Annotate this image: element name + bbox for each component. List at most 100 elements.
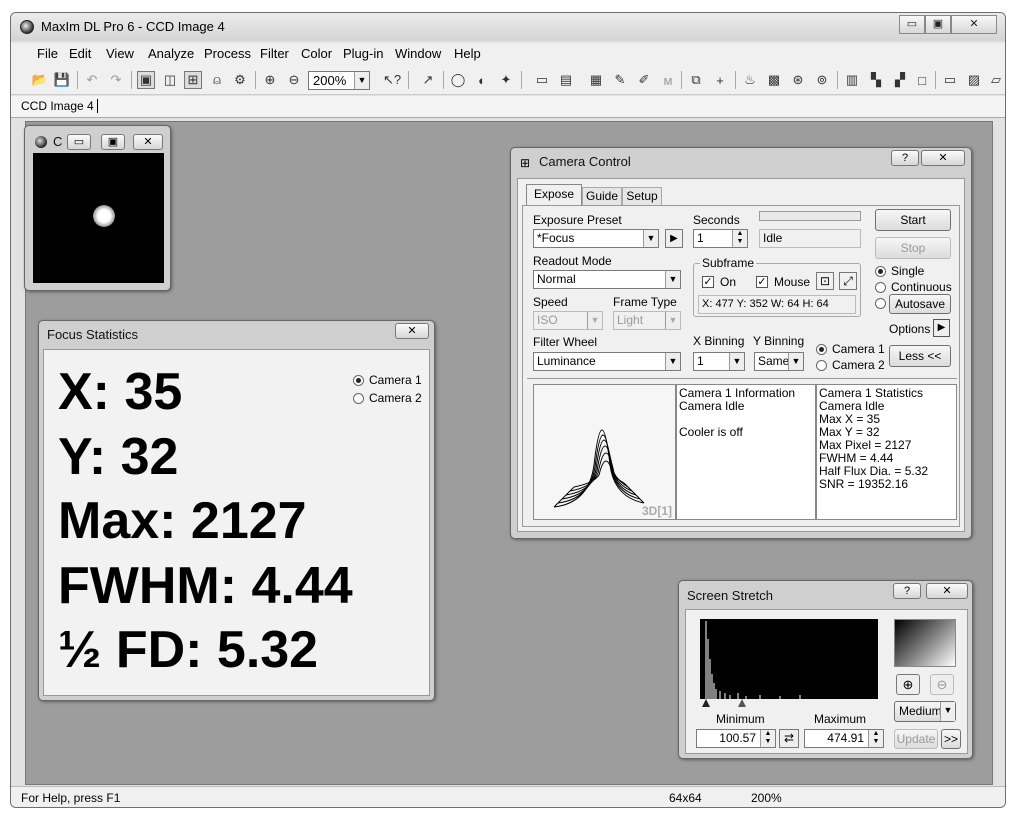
autosave-button[interactable]: Autosave <box>889 294 951 314</box>
focus-camera1-radio[interactable] <box>353 375 364 386</box>
frame-type-select[interactable]: Light ▼ <box>613 311 681 330</box>
subframe-mouse-checkbox[interactable]: ✓ <box>756 276 768 288</box>
stretch-close-button[interactable]: ✕ <box>926 583 968 599</box>
spinner-icon[interactable]: ▲ ▼ <box>732 230 747 247</box>
psf-3d-plot[interactable]: 3D[1] <box>533 384 676 520</box>
help-pointer-icon[interactable]: ↖? <box>383 71 401 89</box>
tab-expose[interactable]: Expose <box>526 184 582 205</box>
minimum-slider-handle[interactable] <box>702 699 710 707</box>
stretch-help-button[interactable]: ? <box>893 583 921 599</box>
x-binning-select[interactable]: 1 ▼ <box>693 352 745 371</box>
crosshair-icon[interactable]: + <box>711 71 729 89</box>
globe-icon[interactable]: ◐ <box>473 71 491 89</box>
exposure-preset-select[interactable]: *Focus ▼ <box>533 229 659 248</box>
y-binning-select[interactable]: Same ▼ <box>754 352 804 371</box>
stretch-icon[interactable]: ◫ <box>161 71 179 89</box>
zoom-out-icon[interactable]: ⊖ <box>285 71 303 89</box>
star-icon[interactable]: ✦ <box>497 71 515 89</box>
document-icon[interactable]: ▦ <box>587 71 605 89</box>
minimum-input[interactable]: 100.57 ▲ ▼ <box>696 729 776 748</box>
menu-plugin[interactable]: Plug-in <box>343 46 383 61</box>
redo-icon[interactable]: ↷ <box>107 71 125 89</box>
expand-button[interactable]: >> <box>941 729 961 749</box>
filter-wheel-select[interactable]: Luminance ▼ <box>533 352 681 371</box>
camera-close-button[interactable]: ✕ <box>921 150 965 166</box>
zoom-out-icon[interactable]: ⊖ <box>930 674 954 695</box>
tile-icon[interactable]: ▞ <box>891 71 909 89</box>
continuous-radio[interactable] <box>875 282 886 293</box>
histogram-icon[interactable]: ▥ <box>843 71 861 89</box>
start-button[interactable]: Start <box>875 209 951 231</box>
telescope-icon[interactable]: ⊚ <box>813 71 831 89</box>
histogram[interactable] <box>700 619 878 699</box>
preset-menu-button[interactable]: ▶ <box>665 229 683 248</box>
zoom-in-icon[interactable]: ⊕ <box>896 674 920 695</box>
circle-icon[interactable]: ◯ <box>449 71 467 89</box>
update-button[interactable]: Update <box>894 729 938 749</box>
grid-icon[interactable]: ▩ <box>765 71 783 89</box>
image-close-button[interactable]: ✕ <box>133 134 163 150</box>
tab-guide[interactable]: Guide <box>582 187 622 205</box>
menu-analyze[interactable]: Analyze <box>148 46 194 61</box>
camera-icon[interactable]: ⊞ <box>184 71 202 89</box>
stretch-mode-select[interactable]: Medium ▼ <box>894 701 956 722</box>
minimize-button[interactable]: ▭ <box>899 15 925 34</box>
menu-filter[interactable]: Filter <box>260 46 289 61</box>
copy-icon[interactable]: ⧉ <box>687 71 705 89</box>
maximum-input[interactable]: 474.91 ▲ ▼ <box>804 729 884 748</box>
speed-select[interactable]: ISO ▼ <box>533 311 603 330</box>
menu-window[interactable]: Window <box>395 46 441 61</box>
spinner-icon[interactable]: ▲ ▼ <box>868 730 883 747</box>
menu-edit[interactable]: Edit <box>69 46 91 61</box>
single-radio[interactable] <box>875 266 886 277</box>
close-button[interactable]: ✕ <box>951 15 997 34</box>
save-icon[interactable]: 💾 <box>53 71 71 89</box>
image-window[interactable]: C ▭ ▣ ✕ <box>24 125 171 291</box>
image-minimize-button[interactable]: ▭ <box>67 134 91 150</box>
camera2-radio[interactable] <box>816 360 827 371</box>
open-icon[interactable]: 📂 <box>31 71 49 89</box>
line-icon[interactable]: ↗ <box>419 71 437 89</box>
swap-icon[interactable]: ⇄ <box>779 729 799 748</box>
measure-icon[interactable]: ✎ <box>611 71 629 89</box>
maximize-button[interactable]: ▣ <box>925 15 951 34</box>
autosave-radio[interactable] <box>875 298 886 309</box>
stop-button[interactable]: Stop <box>875 237 951 259</box>
stamp-icon[interactable]: ⍝ <box>208 71 226 89</box>
zoom-in-icon[interactable]: ⊕ <box>261 71 279 89</box>
export-icon[interactable]: ▱ <box>987 71 1005 89</box>
mark-icon[interactable]: ᴍ <box>659 71 677 89</box>
picture-icon[interactable]: ▨ <box>965 71 983 89</box>
undo-icon[interactable]: ↶ <box>83 71 101 89</box>
spinner-icon[interactable]: ▲ ▼ <box>760 730 775 747</box>
brush-icon[interactable]: ♨ <box>741 71 759 89</box>
less-button[interactable]: Less << <box>889 345 951 367</box>
image-maximize-button[interactable]: ▣ <box>101 134 125 150</box>
maximum-slider-handle[interactable] <box>738 699 746 707</box>
camera1-radio[interactable] <box>816 344 827 355</box>
seconds-input[interactable]: 1 ▲ ▼ <box>693 229 748 248</box>
menu-color[interactable]: Color <box>301 46 332 61</box>
title-bar[interactable]: MaxIm DL Pro 6 - CCD Image 4 ▭ ▣ ✕ <box>11 13 1005 41</box>
window-icon[interactable]: ▚ <box>867 71 885 89</box>
menu-view[interactable]: View <box>106 46 134 61</box>
edit-icon[interactable]: ✐ <box>635 71 653 89</box>
subframe-select-icon[interactable]: ⊡ <box>816 272 834 290</box>
square-icon[interactable]: □ <box>913 71 931 89</box>
ruler-icon[interactable]: ▭ <box>533 71 551 89</box>
menu-help[interactable]: Help <box>454 46 481 61</box>
options-button[interactable]: ▶ <box>933 319 950 337</box>
focus-close-button[interactable]: ✕ <box>395 323 429 339</box>
tab-setup[interactable]: Setup <box>622 187 662 205</box>
filter-icon[interactable]: ⊛ <box>789 71 807 89</box>
focus-camera2-radio[interactable] <box>353 393 364 404</box>
settings-icon[interactable]: ⚙ <box>231 71 249 89</box>
layers-icon[interactable]: ▤ <box>557 71 575 89</box>
menu-file[interactable]: File <box>37 46 58 61</box>
tab-ccd-image-4[interactable]: CCD Image 4 <box>21 99 98 113</box>
zoom-select[interactable]: 200% ▼ <box>308 71 370 90</box>
readout-mode-select[interactable]: Normal ▼ <box>533 270 681 289</box>
panel-icon[interactable]: ▭ <box>941 71 959 89</box>
subframe-on-checkbox[interactable]: ✓ <box>702 276 714 288</box>
subframe-full-icon[interactable]: ⤢ <box>839 272 857 290</box>
